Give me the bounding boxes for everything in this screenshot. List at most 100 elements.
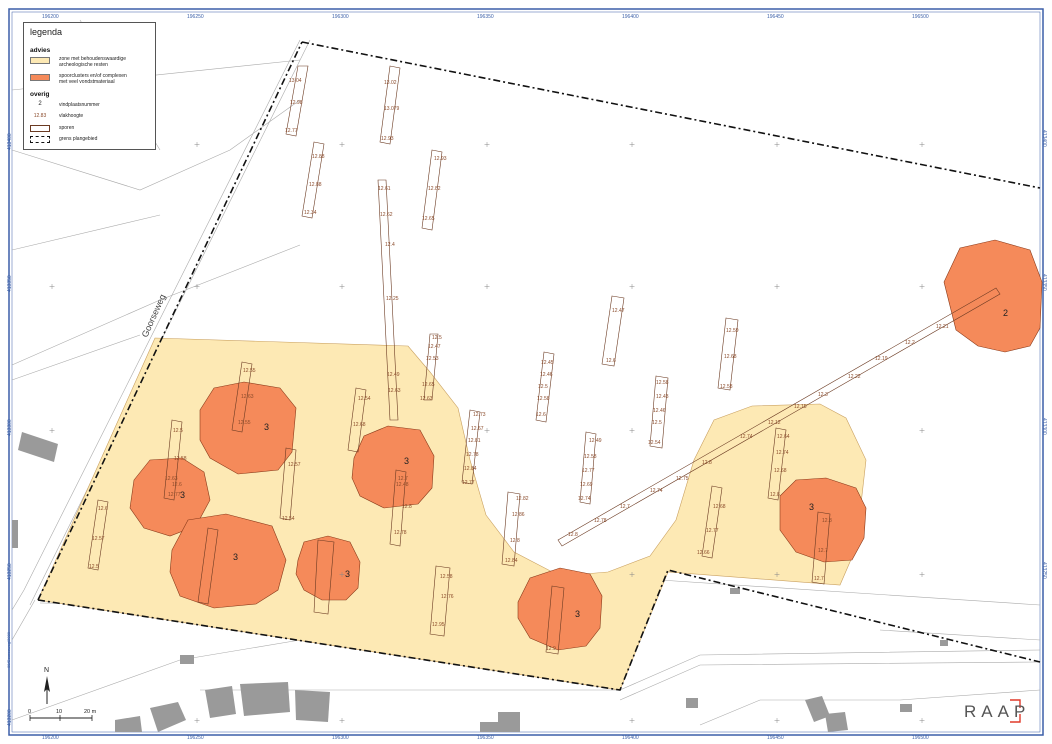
- elevation-label: 12.9: [546, 646, 556, 652]
- elevation-label: 12.46: [540, 372, 553, 378]
- x-tick-label: 196250: [187, 735, 204, 741]
- elevation-label: 12.62: [380, 212, 393, 218]
- elevation-label: 12.82: [428, 186, 441, 192]
- x-tick-label: 196450: [767, 735, 784, 741]
- map-canvas: 196200 196250 196300 196350 196400 19645…: [7, 8, 1047, 741]
- elevation-label: 12.77: [285, 128, 298, 134]
- y-tick-label: 413300: [7, 419, 13, 436]
- elevation-label: 12.6: [172, 482, 182, 488]
- elevation-label: 12.47: [428, 344, 441, 350]
- x-tick-label: 196400: [622, 14, 639, 20]
- elevation-label: 12.7: [814, 576, 824, 582]
- x-tick-label: 196350: [477, 14, 494, 20]
- elevation-label: 12.65: [422, 216, 435, 222]
- elevation-label: 12.15: [794, 404, 807, 410]
- raap-logo: RAAP: [964, 702, 1031, 721]
- elevation-label: 12.58: [537, 396, 550, 402]
- elevation-label: 12.5: [538, 384, 548, 390]
- elevation-label: 12.58: [174, 456, 187, 462]
- x-tick-label: 196500: [912, 14, 929, 20]
- elevation-label: 12.8: [770, 492, 780, 498]
- elevation-label: 12.7: [818, 548, 828, 554]
- elevation-label: 12.78: [394, 530, 407, 536]
- elevation-label: 12.68: [724, 354, 737, 360]
- elevation-label: 12.8: [822, 518, 832, 524]
- scale-label: 20 m: [84, 709, 97, 715]
- elevation-label: 12.49: [589, 438, 602, 444]
- elevation-label: 12.95: [432, 622, 445, 628]
- elevation-label: 12.75: [676, 476, 689, 482]
- elevation-label: 12.19: [875, 356, 888, 362]
- elevation-label: 12.55: [243, 368, 256, 374]
- elevation-label: 12.74: [740, 434, 753, 440]
- scale-label: 0: [28, 709, 31, 715]
- elevation-label: 13.04: [289, 78, 302, 84]
- legend-zone-swatch: [30, 57, 50, 64]
- y-tick-label: 413250: [7, 563, 13, 580]
- x-tick-label: 196250: [187, 14, 204, 20]
- elevation-label: 12.5: [652, 420, 662, 426]
- legend-cluster-line2: met veel vondstmateriaal: [59, 79, 115, 85]
- site-number-label: 3: [233, 552, 238, 562]
- legend-elevation-symbol: 12.83: [33, 113, 47, 119]
- legend-boundary-label: grens plangebied: [59, 136, 98, 142]
- elevation-label: 12.84: [505, 558, 518, 564]
- elevation-label: 12.63: [420, 396, 433, 402]
- elevation-label: 12.8: [702, 460, 712, 466]
- y-tick-label: 413400: [1041, 130, 1047, 147]
- site-number-label: 3: [345, 569, 350, 579]
- elevation-label: 12.78: [594, 518, 607, 524]
- cluster-site-3f: [517, 567, 603, 651]
- elevation-label: 12.6: [536, 412, 546, 418]
- north-label: N: [44, 667, 49, 674]
- elevation-label: 12.58: [584, 454, 597, 460]
- elevation-label: 12.67: [471, 426, 484, 432]
- legend-zone-label: zone met behoudenswaardige archeologisch…: [59, 56, 126, 68]
- legend-trench-label: sporen: [59, 125, 75, 131]
- elevation-label: 12.88: [312, 154, 325, 160]
- elevation-label: 12.49: [387, 372, 400, 378]
- legend-trench-swatch: [30, 125, 50, 132]
- legend-site-number-symbol: 2: [38, 101, 42, 107]
- elevation-label: 12.74: [578, 496, 591, 502]
- site-number-label: 2: [1003, 308, 1008, 318]
- elevation-label: 12.34: [304, 210, 317, 216]
- elevation-label: 12.12: [768, 420, 781, 426]
- legend-overig-heading: overig: [30, 91, 50, 98]
- legend-site-number-label: vindplaatsnummer: [59, 102, 100, 108]
- elevation-label: 12.61: [378, 186, 391, 192]
- elevation-label: 12.54: [282, 516, 295, 522]
- elevation-label: 12.45: [541, 360, 554, 366]
- elevation-label: 12.93: [434, 156, 447, 162]
- elevation-label: 12.76: [441, 594, 454, 600]
- cluster-site-3d: [169, 513, 287, 609]
- elevation-label: 12.48: [396, 482, 409, 488]
- elevation-label: 12.77: [582, 468, 595, 474]
- site-number-label: 3: [264, 422, 269, 432]
- x-tick-label: 196200: [42, 735, 59, 741]
- elevation-label: 12.68: [713, 504, 726, 510]
- elevation-label: 12.77: [706, 528, 719, 534]
- legend-cluster-label: spoorclusters en/of complexen met veel v…: [59, 73, 127, 85]
- x-tick-label: 196300: [332, 735, 349, 741]
- elevation-label: 12.43: [656, 394, 669, 400]
- elevation-label: 12.68: [774, 468, 787, 474]
- elevation-label: 12.65: [422, 382, 435, 388]
- x-tick-label: 196350: [477, 735, 494, 741]
- y-tick-label: 413350: [7, 275, 13, 292]
- cluster-site-3b: [351, 425, 435, 509]
- elevation-label: 12.5: [173, 428, 183, 434]
- elevation-label: 12.78: [466, 452, 479, 458]
- elevation-label: 12.66: [697, 550, 710, 556]
- elevation-label: 12.7: [620, 504, 630, 510]
- legend-boundary-swatch: [30, 136, 50, 143]
- elevation-label: 12.84: [464, 466, 477, 472]
- elevation-label: 12.57: [92, 536, 105, 542]
- legend-title: legenda: [30, 27, 63, 37]
- elevation-label: 12.88: [309, 182, 322, 188]
- y-tick-label: 413250: [1041, 562, 1047, 579]
- elevation-label: 12.77: [168, 492, 181, 498]
- y-tick-label: 413350: [1041, 274, 1047, 291]
- elevation-label: 12.98: [290, 100, 303, 106]
- elevation-label: 12.8: [568, 532, 578, 538]
